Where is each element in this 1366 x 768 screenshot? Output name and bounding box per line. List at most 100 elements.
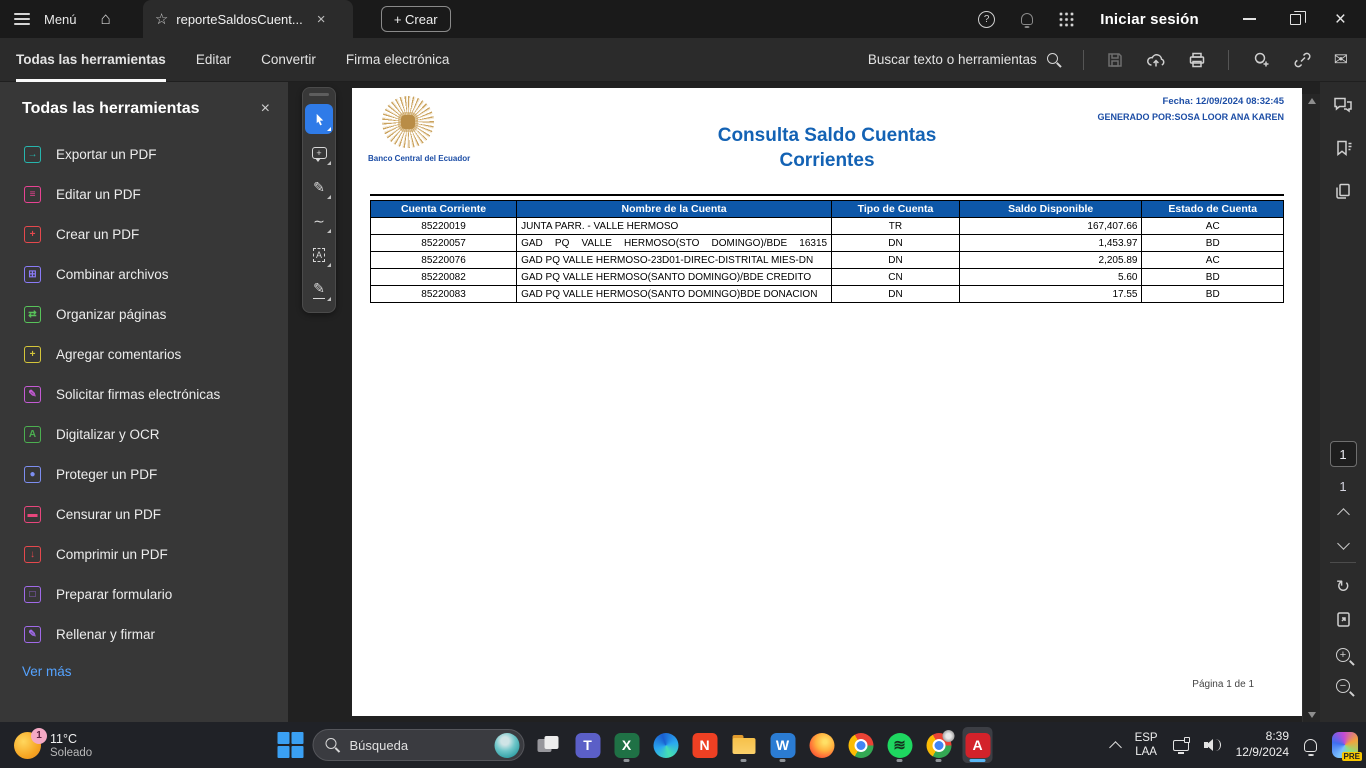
weather-widget[interactable]: 1 11°C Soleado <box>0 732 92 759</box>
scroll-down-icon[interactable] <box>1308 712 1316 718</box>
tool-agregar-comentarios[interactable]: + Agregar comentarios <box>0 334 288 374</box>
print-icon[interactable] <box>1188 51 1206 69</box>
start-button[interactable] <box>278 732 304 758</box>
restore-button[interactable] <box>1290 14 1301 25</box>
tool-combinar-archivos[interactable]: ⊞ Combinar archivos <box>0 254 288 294</box>
fill-sign-tool[interactable]: ✎ <box>305 274 333 304</box>
tools-panel-title: Todas las herramientas <box>22 100 200 118</box>
table-header-row: Cuenta CorrienteNombre de la CuentaTipo … <box>371 201 1284 218</box>
comments-panel-icon[interactable] <box>1333 96 1353 119</box>
volume-icon[interactable] <box>1204 738 1221 752</box>
bookmarks-panel-icon[interactable] <box>1334 139 1353 162</box>
menu-icon[interactable] <box>14 13 30 25</box>
clock[interactable]: 8:39 12/9/2024 <box>1236 729 1289 760</box>
close-button[interactable]: × <box>1335 10 1346 29</box>
tool-icon: A <box>24 426 41 443</box>
next-page-icon[interactable] <box>1337 537 1350 550</box>
copilot-icon[interactable]: PRE <box>1332 732 1358 758</box>
tools-list: → Exportar un PDF ≡ Editar un PDF + Crea… <box>0 134 288 654</box>
network-icon[interactable] <box>1173 740 1189 751</box>
zoom-in-icon[interactable] <box>1336 648 1350 662</box>
word-icon[interactable]: W <box>768 727 798 763</box>
tool-digitalizar-ocr[interactable]: A Digitalizar y OCR <box>0 414 288 454</box>
excel-icon[interactable]: X <box>612 727 642 763</box>
tool-censurar-pdf[interactable]: ▬ Censurar un PDF <box>0 494 288 534</box>
language-indicator[interactable]: ESPLAA <box>1135 731 1158 760</box>
tray-overflow-icon[interactable] <box>1109 741 1122 754</box>
fit-page-icon[interactable] <box>1335 611 1352 633</box>
tab-firma-electronica[interactable]: Firma electrónica <box>346 38 450 82</box>
notifications-icon[interactable] <box>1021 13 1033 25</box>
tool-solicitar-firmas[interactable]: ✎ Solicitar firmas electrónicas <box>0 374 288 414</box>
panel-close-icon[interactable]: × <box>261 100 270 118</box>
pdf-page-footer: Página 1 de 1 <box>1192 679 1254 690</box>
firefox-icon[interactable] <box>807 727 837 763</box>
palette-drag-handle[interactable] <box>309 93 329 96</box>
tool-crear-pdf[interactable]: + Crear un PDF <box>0 214 288 254</box>
pdf-page: Banco Central del Ecuador Fecha: 12/09/2… <box>352 88 1302 716</box>
edge-icon[interactable] <box>651 727 681 763</box>
zoom-out-icon[interactable] <box>1336 679 1350 693</box>
share-person-add-icon[interactable] <box>1251 51 1271 69</box>
cell-tipo-cuenta: DN <box>832 235 960 252</box>
table-header-cell: Saldo Disponible <box>959 201 1142 218</box>
tool-editar-pdf[interactable]: ≡ Editar un PDF <box>0 174 288 214</box>
crear-button[interactable]: + Crear <box>381 6 451 32</box>
cloud-upload-icon[interactable] <box>1146 51 1166 69</box>
notification-center-icon[interactable] <box>1304 739 1317 752</box>
spotify-icon[interactable]: ≋ <box>885 727 915 763</box>
previous-page-icon[interactable] <box>1337 508 1350 521</box>
highlight-tool[interactable]: ✎ <box>305 172 333 202</box>
tab-todas-las-herramientas[interactable]: Todas las herramientas <box>16 38 166 82</box>
select-text-tool[interactable]: A <box>305 240 333 270</box>
tool-comprimir-pdf[interactable]: ↓ Comprimir un PDF <box>0 534 288 574</box>
link-icon[interactable] <box>1293 51 1312 69</box>
tool-preparar-formulario[interactable]: □ Preparar formulario <box>0 574 288 614</box>
page-number-input[interactable]: 1 <box>1330 441 1357 467</box>
taskbar-search[interactable]: Búsqueda <box>313 729 525 761</box>
document-tab[interactable]: ☆ reporteSaldosCuent... × <box>143 0 353 38</box>
scroll-up-icon[interactable] <box>1308 98 1316 104</box>
chrome-icon[interactable] <box>846 727 876 763</box>
cell-nombre-cuenta: GAD PQ VALLE HERMOSO(SANTO DOMINGO)BDE D… <box>517 286 832 303</box>
tool-exportar-pdf[interactable]: → Exportar un PDF <box>0 134 288 174</box>
toolbar-search[interactable]: Buscar texto o herramientas <box>868 52 1061 67</box>
pdf-scrollbar[interactable] <box>1302 94 1320 722</box>
teams-icon[interactable]: T <box>573 727 603 763</box>
sun-icon: 1 <box>14 732 41 759</box>
star-icon[interactable]: ☆ <box>155 10 168 28</box>
signin-button[interactable]: Iniciar sesión <box>1100 11 1199 28</box>
draw-tool[interactable]: ∼ <box>305 206 333 236</box>
tab-close-icon[interactable]: × <box>317 11 326 28</box>
chrome-profile-icon[interactable] <box>924 727 954 763</box>
tab-convertir[interactable]: Convertir <box>261 38 316 82</box>
pdf-generado-por: GENERADO POR:SOSA LOOR ANA KAREN <box>1097 112 1284 122</box>
taskbar: 1 11°C Soleado Búsqueda T X N <box>0 722 1366 768</box>
cell-estado-cuenta: AC <box>1142 252 1284 269</box>
menu-label[interactable]: Menú <box>44 12 77 27</box>
cell-cuenta-corriente: 85220082 <box>371 269 517 286</box>
tool-organizar-paginas[interactable]: ⇄ Organizar páginas <box>0 294 288 334</box>
tab-editar[interactable]: Editar <box>196 38 231 82</box>
tool-rellenar-firmar[interactable]: ✎ Rellenar y firmar <box>0 614 288 654</box>
cell-saldo-disponible: 17.55 <box>959 286 1142 303</box>
search-icon <box>326 738 340 752</box>
file-explorer-icon[interactable] <box>729 727 759 763</box>
rotate-page-icon[interactable]: ↻ <box>1336 577 1350 597</box>
page-thumbnails-icon[interactable] <box>1334 182 1352 205</box>
help-icon[interactable]: ? <box>978 11 995 28</box>
mail-icon[interactable]: ✉ <box>1334 50 1348 70</box>
nitro-pdf-icon[interactable]: N <box>690 727 720 763</box>
ver-mas-link[interactable]: Ver más <box>0 654 288 679</box>
tool-icon: ⇄ <box>24 306 41 323</box>
tool-icon: + <box>24 226 41 243</box>
acrobat-icon[interactable]: A <box>963 727 993 763</box>
select-tool[interactable] <box>305 104 333 134</box>
minimize-button[interactable] <box>1243 18 1256 20</box>
cell-nombre-cuenta: GAD PQ VALLE HERMOSO(SANTO DOMINGO)/BDE … <box>517 269 832 286</box>
add-comment-tool[interactable]: + <box>305 138 333 168</box>
apps-grid-icon[interactable] <box>1059 12 1074 27</box>
home-icon[interactable]: ⌂ <box>101 9 111 29</box>
tool-proteger-pdf[interactable]: ● Proteger un PDF <box>0 454 288 494</box>
task-view-icon[interactable] <box>534 727 564 763</box>
